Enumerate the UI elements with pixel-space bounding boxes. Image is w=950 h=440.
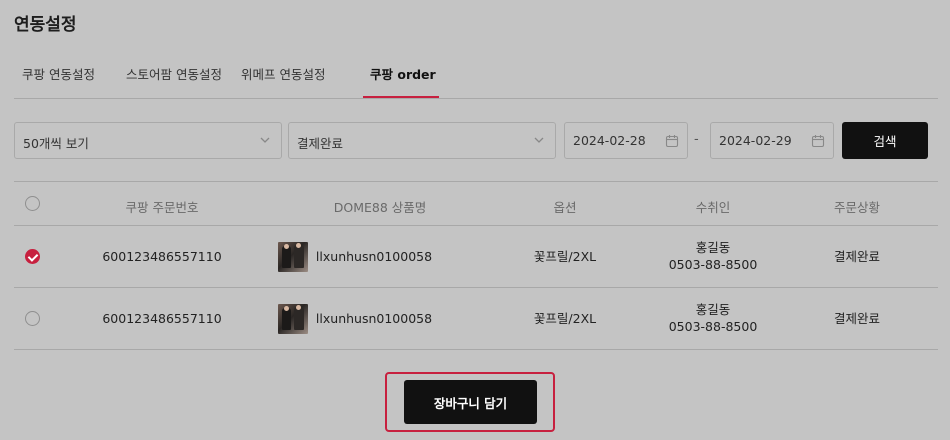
table-row: 600123486557110 llxunhusn0100058 꽃프릴/2XL… [14, 288, 938, 350]
recipient-name: 홍길동 [695, 302, 731, 317]
chevron-down-icon [534, 137, 544, 143]
recipient-name: 홍길동 [695, 240, 731, 255]
order-number: 600123486557110 [102, 249, 222, 264]
table-row: 600123486557110 llxunhusn0100058 꽃프릴/2XL… [14, 226, 938, 288]
product-thumbnail [278, 304, 308, 334]
add-to-cart-button[interactable]: 장바구니 담기 [404, 380, 537, 424]
chevron-down-icon [260, 137, 270, 143]
tab-coupang-settings[interactable]: 쿠팡 연동설정 [22, 64, 95, 83]
date-to-value: 2024-02-29 [719, 133, 792, 148]
date-to-input[interactable]: 2024-02-29 [710, 122, 834, 159]
table-header: 쿠팡 주문번호 DOME88 상품명 옵션 수취인 주문상황 [14, 181, 938, 226]
active-tab-indicator [363, 96, 439, 98]
recipient-phone: 0503-88-8500 [668, 257, 758, 272]
page-size-value: 50개씩 보기 [23, 136, 89, 151]
product-option: 꽃프릴/2XL [533, 249, 597, 264]
tab-coupang-order[interactable]: 쿠팡 order [370, 64, 436, 83]
select-all-radio[interactable] [25, 196, 40, 211]
row-select-radio[interactable] [25, 249, 40, 264]
header-recipient: 수취인 [695, 200, 731, 215]
page-size-select[interactable]: 50개씩 보기 [14, 122, 282, 159]
recipient-phone: 0503-88-8500 [668, 319, 758, 334]
order-status: 결제완료 [833, 311, 881, 326]
product-name: llxunhusn0100058 [315, 249, 433, 264]
calendar-icon[interactable] [811, 134, 825, 148]
tab-storefarm-settings[interactable]: 스토어팜 연동설정 [126, 64, 222, 83]
order-table: 쿠팡 주문번호 DOME88 상품명 옵션 수취인 주문상황 600123486… [14, 181, 938, 350]
header-order-no: 쿠팡 주문번호 [125, 200, 199, 215]
order-status-select[interactable]: 결제완료 [288, 122, 556, 159]
page-title: 연동설정 [14, 15, 77, 35]
tab-wemakeprice-settings[interactable]: 위메프 연동설정 [241, 64, 325, 83]
order-number: 600123486557110 [102, 311, 222, 326]
header-status: 주문상황 [833, 200, 881, 215]
order-status: 결제완료 [833, 249, 881, 264]
date-from-value: 2024-02-28 [573, 133, 646, 148]
calendar-icon[interactable] [665, 134, 679, 148]
date-from-input[interactable]: 2024-02-28 [564, 122, 688, 159]
tab-bar: 쿠팡 연동설정 스토어팜 연동설정 위메프 연동설정 쿠팡 order [14, 56, 938, 99]
search-button[interactable]: 검색 [842, 122, 928, 159]
row-select-radio[interactable] [25, 311, 40, 326]
date-range-separator: - [694, 132, 699, 147]
order-status-value: 결제완료 [297, 136, 344, 151]
product-option: 꽃프릴/2XL [533, 311, 597, 326]
product-name: llxunhusn0100058 [315, 311, 433, 326]
header-product: DOME88 상품명 [333, 200, 427, 215]
product-thumbnail [278, 242, 308, 272]
header-option: 옵션 [553, 200, 577, 215]
